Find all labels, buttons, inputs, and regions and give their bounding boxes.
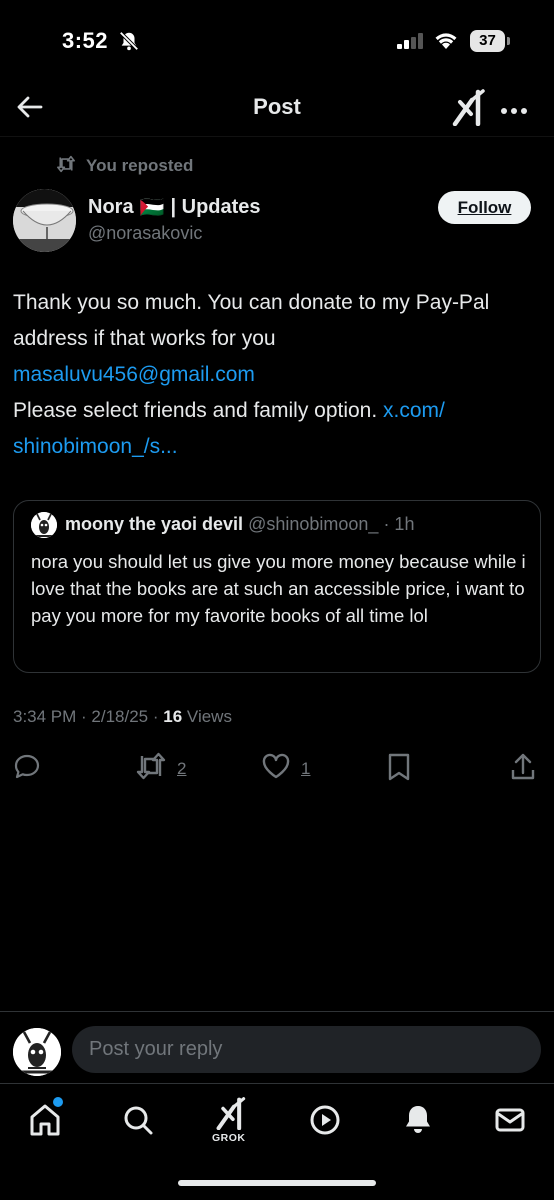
- author-name-suffix: | Updates: [170, 196, 261, 218]
- signal-icon: [397, 33, 425, 54]
- reply-icon: [13, 752, 41, 785]
- quote-text: nora you should let us give you more mon…: [31, 551, 526, 626]
- avatar[interactable]: [13, 189, 76, 252]
- battery-level: 37: [479, 32, 496, 49]
- bookmark-button[interactable]: [386, 752, 412, 787]
- grok-tab-icon[interactable]: [215, 1096, 255, 1136]
- grok-icon[interactable]: [452, 88, 488, 131]
- repost-indicator[interactable]: You reposted: [56, 155, 194, 178]
- repost-icon: [56, 155, 76, 178]
- quote-avatar[interactable]: [31, 512, 57, 538]
- post-meta: 3:34 PM · 2/18/25 · 16 Views: [13, 707, 232, 727]
- email-link[interactable]: masaluvu456@gmail.com: [13, 363, 255, 386]
- reply-button[interactable]: [13, 752, 41, 785]
- search-icon[interactable]: [120, 1102, 160, 1142]
- quote-author-name[interactable]: moony the yaoi devil: [65, 514, 243, 534]
- author-handle[interactable]: @norasakovic: [88, 223, 202, 244]
- share-icon: [509, 752, 537, 787]
- views-label: Views: [186, 707, 232, 726]
- quoted-post[interactable]: moony the yaoi devil @shinobimoon_ · 1h …: [13, 500, 541, 673]
- quote-header: moony the yaoi devil @shinobimoon_ · 1h: [65, 514, 414, 535]
- views-count: 16: [163, 707, 183, 726]
- reply-input[interactable]: [72, 1026, 541, 1073]
- user-avatar[interactable]: [13, 1028, 61, 1076]
- header-divider: [0, 136, 554, 137]
- like-count[interactable]: 1: [301, 759, 310, 779]
- notifications-icon[interactable]: [400, 1102, 440, 1142]
- like-icon: [261, 752, 291, 785]
- post-text-line: Thank you so much. You can donate to my …: [13, 291, 490, 350]
- author-name-text: Nora: [88, 196, 134, 218]
- post-timestamp: 3:34 PM · 2/18/25 ·: [13, 707, 164, 726]
- battery-icon: 37: [470, 30, 510, 52]
- bookmark-icon: [386, 752, 412, 787]
- messages-icon[interactable]: [492, 1102, 532, 1142]
- quote-time: · 1h: [383, 514, 415, 534]
- repost-count[interactable]: 2: [177, 759, 186, 779]
- post-text-line: Please select friends and family option.: [13, 399, 378, 422]
- post-header: Post: [0, 80, 554, 136]
- home-indicator: [178, 1180, 376, 1186]
- home-notification-dot: [53, 1097, 63, 1107]
- wifi-icon: [433, 30, 459, 55]
- action-bar: 2 1: [0, 752, 554, 782]
- status-bar: 3:52 37: [0, 0, 554, 80]
- author-name[interactable]: Nora 🇵🇸 | Updates: [88, 195, 261, 220]
- flag-emoji: 🇵🇸: [139, 197, 165, 219]
- grok-tab-label[interactable]: GROK: [212, 1132, 246, 1144]
- like-button[interactable]: 1: [261, 752, 310, 785]
- play-icon[interactable]: [307, 1102, 347, 1142]
- repost-label: You reposted: [86, 156, 194, 175]
- reply-bar: [0, 1011, 554, 1083]
- post-text: Thank you so much. You can donate to my …: [13, 285, 533, 465]
- repost-button[interactable]: 2: [135, 752, 186, 785]
- bell-off-icon: [118, 30, 140, 57]
- status-time: 3:52: [62, 28, 109, 53]
- quote-author-handle[interactable]: @shinobimoon_: [248, 514, 378, 534]
- home-icon[interactable]: [27, 1102, 67, 1142]
- more-icon[interactable]: [500, 102, 528, 120]
- follow-button[interactable]: Follow: [438, 191, 531, 224]
- repost-icon: [135, 752, 167, 785]
- share-button[interactable]: [509, 752, 537, 787]
